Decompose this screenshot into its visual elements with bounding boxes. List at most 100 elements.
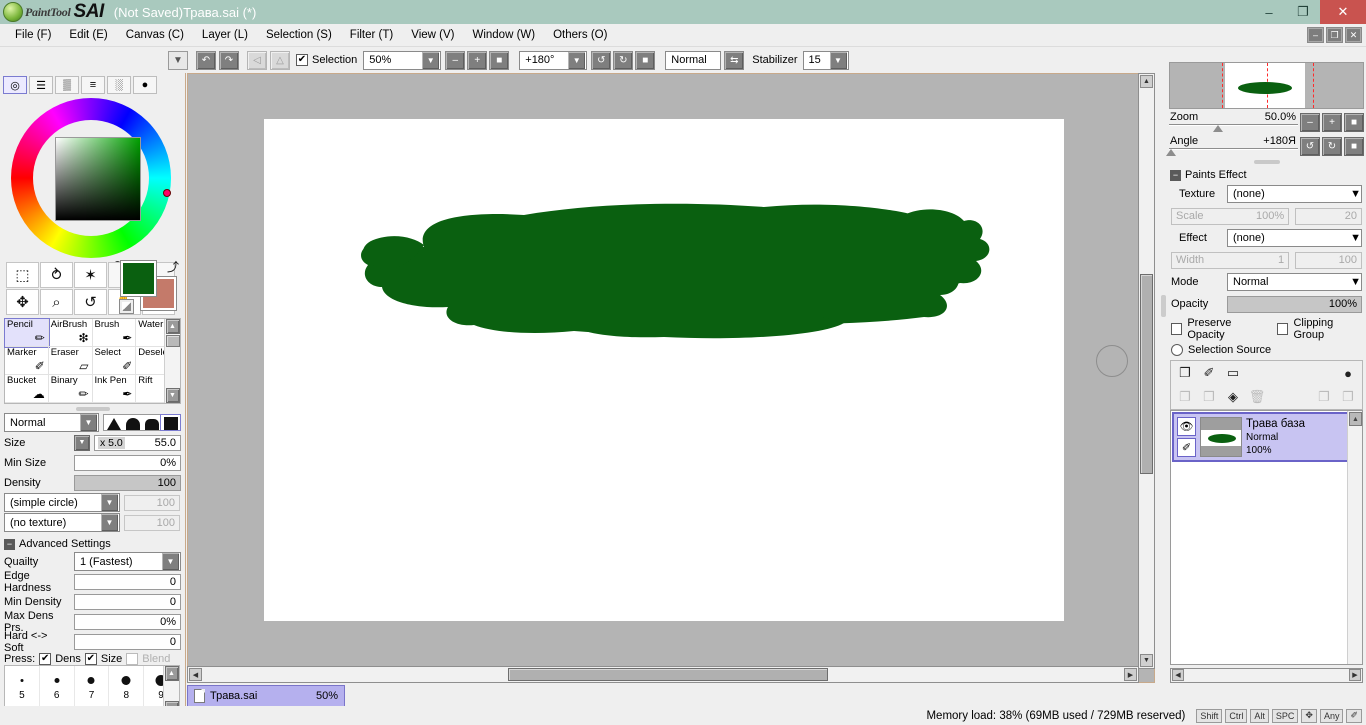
merge-visible-button[interactable]: ❐ (1199, 388, 1219, 406)
zoom-tool[interactable]: ⌕ (40, 289, 73, 315)
texture-combo[interactable]: (none) ▼ (1227, 185, 1362, 203)
menu-others[interactable]: Others (O) (544, 26, 616, 44)
angle-combo[interactable]: +180° ▼ (519, 50, 588, 70)
shape-sharp-button[interactable] (104, 415, 123, 430)
max-dens-prs-bar[interactable]: 0% (74, 613, 181, 630)
panel-divider-grip[interactable] (1161, 295, 1166, 317)
navigator-rotate-reset-button[interactable]: ■ (1344, 136, 1364, 156)
document-tab[interactable]: Трава.sai 50% (187, 685, 345, 707)
reset-colors-button[interactable] (119, 299, 134, 314)
close-button[interactable]: ✕ (1320, 0, 1366, 24)
selection-toggle[interactable]: ✔ Selection (296, 54, 357, 66)
canvas-mode-field[interactable]: Normal (665, 50, 722, 70)
density-bar[interactable]: 100 (74, 474, 181, 491)
brush-grid-scrollbar[interactable]: ▲ ▼ (164, 319, 180, 403)
rotate-tool[interactable]: ↺ (74, 289, 107, 315)
gradient-tab[interactable]: ▒ (55, 76, 79, 94)
saturation-value-square[interactable] (54, 137, 141, 221)
brush-cell[interactable]: AirBrush ❇ (48, 319, 93, 347)
new-layer-button[interactable]: ❐ (1175, 364, 1195, 382)
panel-resize-grip[interactable] (75, 407, 110, 411)
press-size-checkbox[interactable]: ✔ (84, 653, 97, 665)
doc-restore-button[interactable]: ❐ (1326, 27, 1343, 43)
chevron-down-icon[interactable]: ▼ (422, 51, 440, 69)
menu-edit[interactable]: Edit (E) (60, 26, 116, 44)
navigator-rotate-cw-button[interactable]: ↻ (1322, 136, 1342, 156)
vertical-scroll-thumb[interactable] (1140, 274, 1153, 474)
scroll-up-icon[interactable]: ▲ (1349, 412, 1362, 426)
press-blend-checkbox[interactable] (126, 653, 139, 665)
menu-layer[interactable]: Layer (L) (193, 26, 257, 44)
paints-effect-header[interactable]: − Paints Effect (1170, 169, 1363, 181)
brush-shape-combo[interactable]: (simple circle) ▼ (4, 493, 120, 512)
chevron-down-icon[interactable]: ▼ (162, 553, 179, 570)
layer-select-icon[interactable]: ✐ (1177, 438, 1196, 457)
press-dens-checkbox[interactable]: ✔ (39, 653, 52, 665)
menu-window[interactable]: Window (W) (463, 26, 544, 44)
quality-combo[interactable]: 1 (Fastest) ▼ (74, 552, 181, 571)
duplicate-layer-button[interactable]: ❐ (1338, 388, 1358, 406)
merge-down-button[interactable]: ❐ (1175, 388, 1195, 406)
palette-grid-tab[interactable]: ░ (107, 76, 131, 94)
scroll-up-icon[interactable]: ▲ (165, 319, 180, 334)
stabilizer-combo[interactable]: 15 ▼ (802, 50, 849, 70)
brush-cell[interactable]: Bucket ☁ (5, 375, 49, 403)
brush-cell[interactable]: Brush ✒ (92, 319, 137, 347)
nav-forward-button[interactable]: △ (270, 50, 290, 70)
shape-flat-button[interactable] (142, 415, 161, 430)
brush-cell[interactable]: Binary ✏ (48, 375, 93, 403)
navigator-zoom-reset-button[interactable]: ■ (1344, 112, 1364, 132)
min-size-bar[interactable]: 0% (74, 454, 181, 471)
scrollbar-thumb[interactable] (165, 335, 180, 347)
layer-list[interactable]: 👁 ✐ Трава база Normal 100% ▲ (1170, 410, 1363, 665)
magic-wand-tool[interactable]: ✶ (74, 262, 107, 288)
minimize-button[interactable]: – (1252, 0, 1286, 24)
zoom-out-button[interactable]: – (445, 50, 466, 70)
rect-select-tool[interactable]: ⬚ (6, 262, 39, 288)
foreground-color-swatch[interactable] (120, 260, 157, 297)
menu-filter[interactable]: Filter (T) (341, 26, 402, 44)
collapse-icon[interactable]: − (1170, 169, 1181, 181)
advanced-settings-header[interactable]: − Advanced Settings (4, 538, 181, 550)
shape-round-button[interactable] (123, 415, 142, 430)
layer-row[interactable]: 👁 ✐ Трава база Normal 100% (1172, 412, 1361, 462)
horizontal-scroll-thumb[interactable] (508, 668, 828, 681)
flip-horizontal-button[interactable]: ⇆ (724, 50, 745, 70)
navigator-zoom-out-button[interactable]: – (1300, 112, 1320, 132)
menu-file[interactable]: File (F) (6, 26, 60, 44)
brush-cell[interactable]: Marker ✐ (5, 347, 49, 375)
navigator-zoom-in-button[interactable]: + (1322, 112, 1342, 132)
layer-mode-combo[interactable]: Normal ▼ (1227, 273, 1362, 291)
chevron-down-icon[interactable]: ▼ (80, 414, 97, 431)
zoom-combo[interactable]: 50% ▼ (363, 50, 442, 70)
brush-cell[interactable]: Select ✐ (92, 347, 137, 375)
chevron-down-icon[interactable]: ▼ (1350, 188, 1361, 200)
doc-close-button[interactable]: ✕ (1345, 27, 1362, 43)
layer-list-horizontal-scrollbar[interactable]: ◀ ▶ (1170, 668, 1363, 683)
brush-texture-combo[interactable]: (no texture) ▼ (4, 513, 120, 532)
chevron-down-icon[interactable]: ▼ (568, 51, 586, 69)
angle-slider-knob[interactable] (1166, 149, 1176, 156)
chevron-down-icon[interactable]: ▼ (1350, 232, 1361, 244)
chevron-down-icon[interactable]: ▼ (101, 494, 118, 511)
canvas-paper[interactable] (264, 119, 1064, 621)
canvas-viewport[interactable]: ▲ ▼ ◀ ▶ (187, 73, 1155, 683)
selection-source-radio[interactable] (1171, 344, 1183, 356)
transfer-layer-button[interactable]: ❐ (1314, 388, 1334, 406)
collapse-icon[interactable]: − (4, 538, 15, 550)
color-wheel-tab[interactable]: ◎ (3, 76, 27, 94)
menu-view[interactable]: View (V) (402, 26, 463, 44)
effect-combo[interactable]: (none) ▼ (1227, 229, 1362, 247)
layer-visibility-icon[interactable]: 👁 (1177, 417, 1196, 436)
scroll-up-icon[interactable]: ▲ (164, 666, 179, 681)
brush-cell[interactable]: Eraser ▱ (48, 347, 93, 375)
size-mode-dropdown-icon[interactable]: ▼ (74, 434, 90, 451)
shape-square-button[interactable] (160, 414, 181, 431)
zoom-in-button[interactable]: + (467, 50, 488, 70)
rotate-cw-button[interactable]: ↻ (613, 50, 634, 70)
dropdown-toggle-icon[interactable]: ▼ (168, 50, 188, 70)
redo-button[interactable]: ↷ (219, 50, 239, 70)
menu-selection[interactable]: Selection (S) (257, 26, 341, 44)
canvas-horizontal-scrollbar[interactable]: ◀ ▶ (187, 666, 1139, 683)
navigator-rotate-ccw-button[interactable]: ↺ (1300, 136, 1320, 156)
